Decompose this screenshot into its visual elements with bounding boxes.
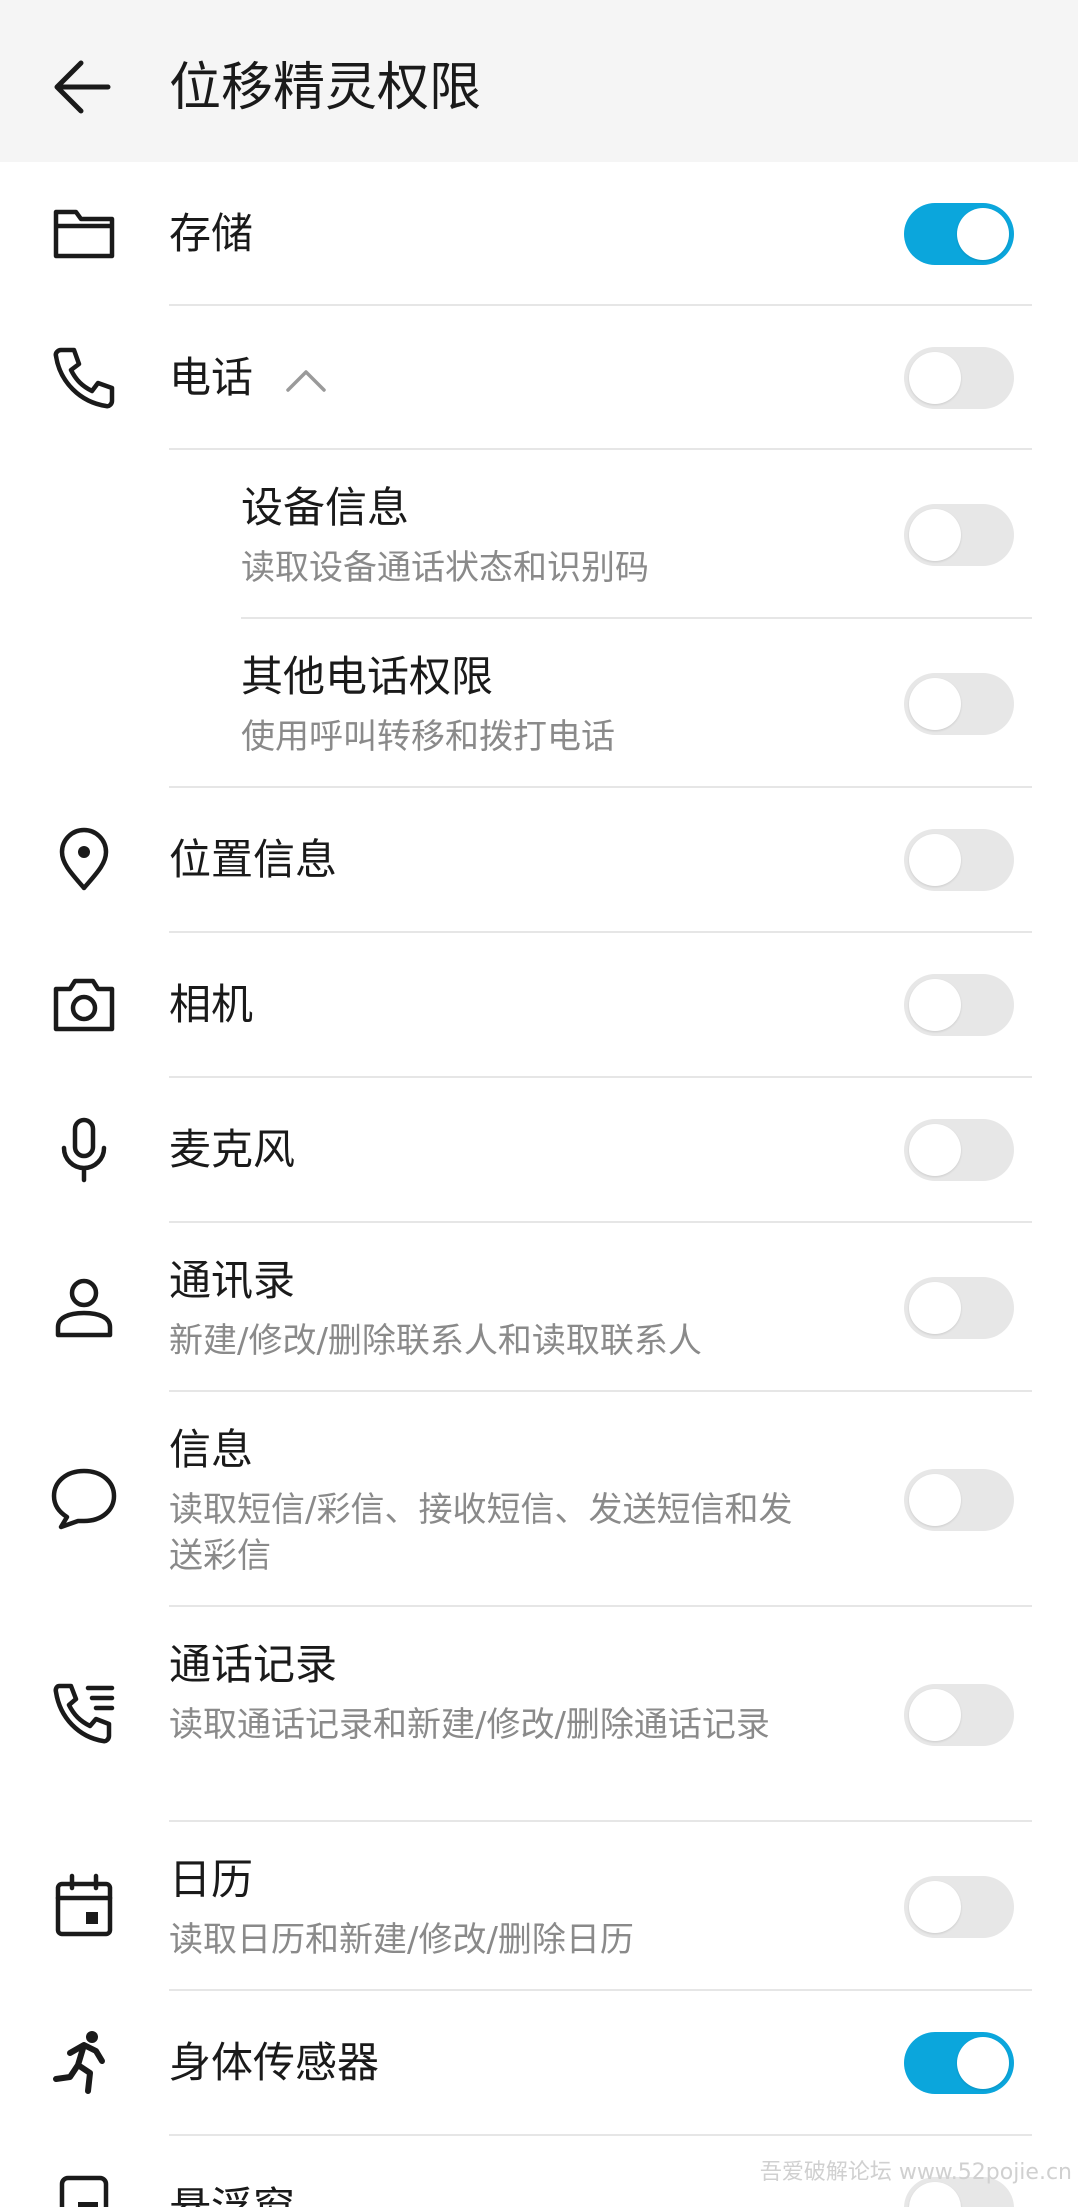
permission-toggle[interactable] [904,1876,1014,1938]
permission-label: 信息 [169,1425,254,1474]
toggle-knob [909,352,961,404]
toggle-knob [909,1282,961,1334]
permission-label: 身体传感器 [169,2038,380,2087]
toggle-knob [957,208,1009,260]
permission-row-storage[interactable]: 存储 [0,162,1078,306]
permission-label: 通讯录 [169,1256,296,1305]
permission-label: 存储 [169,209,254,258]
permission-description: 读取通话记录和新建/修改/删除通话记录 [169,1705,770,1745]
running-person-icon [48,2027,120,2099]
toggle-knob [909,1881,961,1933]
toggle-knob [909,678,961,730]
permission-row-microphone[interactable]: 麦克风 [0,1078,1078,1223]
permission-label: 电话 [169,353,254,402]
permission-label: 日历 [169,1855,254,1904]
toggle-knob [909,1124,961,1176]
folder-icon [48,198,120,270]
permission-description: 新建/修改/删除联系人和读取联系人 [169,1321,702,1361]
permission-row-location[interactable]: 位置信息 [0,788,1078,933]
camera-icon [48,969,120,1041]
permission-toggle[interactable] [904,1277,1014,1339]
permission-description: 使用呼叫转移和拨打电话 [241,717,615,757]
permission-row-calendar[interactable]: 日历 读取日历和新建/修改/删除日历 [0,1822,1078,1991]
toggle-knob [909,1474,961,1526]
permission-toggle[interactable] [904,2032,1014,2094]
permission-toggle[interactable] [904,203,1014,265]
toggle-knob [909,509,961,561]
permission-row-call-log[interactable]: 通话记录 读取通话记录和新建/修改/删除通话记录 [0,1607,1078,1822]
permission-row-messages[interactable]: 信息 读取短信/彩信、接收短信、发送短信和发送彩信 [0,1392,1078,1607]
page-title: 位移精灵权限 [169,58,482,118]
call-log-icon [48,1678,120,1750]
back-button[interactable] [48,52,118,122]
permission-label: 相机 [169,980,254,1029]
app-bar: 位移精灵权限 [0,0,1078,162]
permission-toggle[interactable] [904,504,1014,566]
microphone-icon [48,1114,120,1186]
permission-row-contacts[interactable]: 通讯录 新建/修改/删除联系人和读取联系人 [0,1223,1078,1392]
permission-description: 读取短信/彩信、接收短信、发送短信和发送彩信 [169,1490,793,1576]
floating-window-icon [48,2172,120,2207]
person-icon [48,1271,120,1343]
permission-row-camera[interactable]: 相机 [0,933,1078,1078]
chevron-up-icon[interactable] [284,364,328,394]
permission-label: 其他电话权限 [241,652,494,701]
permission-row-phone[interactable]: 电话 [0,306,1078,450]
permission-label: 位置信息 [169,835,338,884]
toggle-knob [909,979,961,1031]
toggle-knob [909,1689,961,1741]
permission-toggle[interactable] [904,1119,1014,1181]
permission-toggle[interactable] [904,1684,1014,1746]
permission-toggle[interactable] [904,673,1014,735]
permission-row-body-sensors[interactable]: 身体传感器 [0,1991,1078,2136]
chat-bubble-icon [48,1463,120,1535]
toggle-knob [909,834,961,886]
permission-row-device-info[interactable]: 设备信息 读取设备通话状态和识别码 [0,450,1078,619]
permission-description: 读取设备通话状态和识别码 [241,548,649,588]
permission-label: 悬浮窗 [169,2180,295,2207]
toggle-knob [957,2037,1009,2089]
permission-toggle[interactable] [904,347,1014,409]
permission-label: 麦克风 [169,1125,296,1174]
permission-toggle[interactable] [904,829,1014,891]
arrow-left-icon [54,60,111,114]
phone-icon [48,342,120,414]
watermark: 吾爱破解论坛 www.52pojie.cn [759,2160,1072,2185]
permission-label: 设备信息 [241,483,410,532]
permission-label: 通话记录 [169,1640,338,1689]
location-pin-icon [48,824,120,896]
permission-toggle[interactable] [904,1469,1014,1531]
calendar-icon [48,1870,120,1942]
permission-description: 读取日历和新建/修改/删除日历 [169,1920,634,1960]
permission-row-other-phone[interactable]: 其他电话权限 使用呼叫转移和拨打电话 [0,619,1078,788]
permission-toggle[interactable] [904,974,1014,1036]
